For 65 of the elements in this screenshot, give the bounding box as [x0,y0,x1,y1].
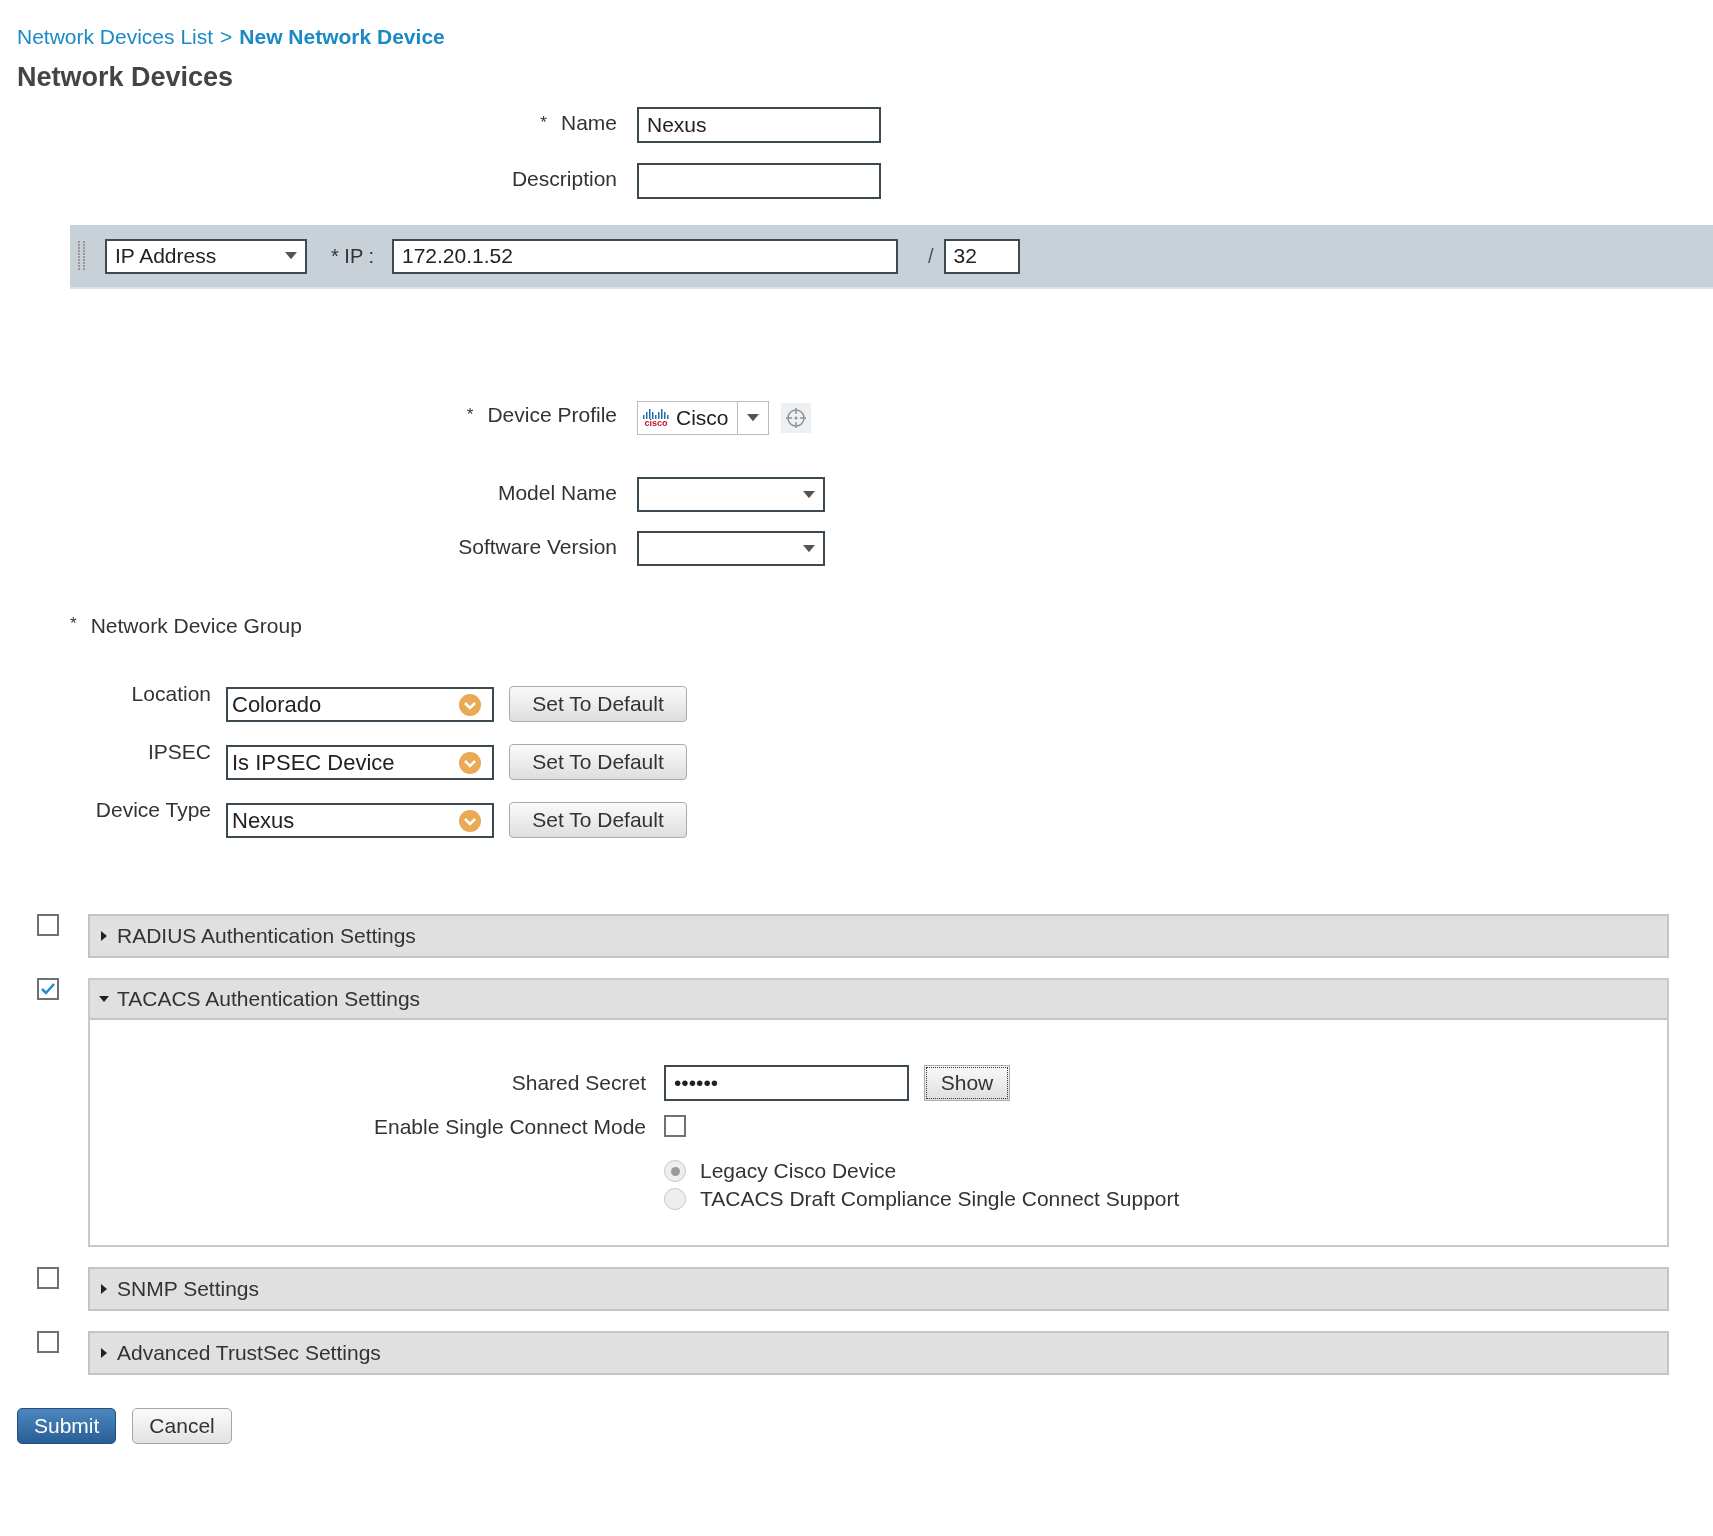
section-header[interactable]: Advanced TrustSec Settings [90,1333,1667,1373]
field-label: Model Name [497,481,617,505]
caret-down-icon [285,252,297,260]
set-to-default-button[interactable]: Set To Default [509,802,687,838]
radio-option[interactable]: Legacy Cisco Device [664,1159,1667,1183]
radio-button[interactable] [664,1188,686,1210]
ip-label: * IP : [331,244,374,268]
crosshair-icon[interactable] [780,403,811,433]
field-label: Location [130,682,211,706]
dropdown-field[interactable] [637,531,825,566]
dropdown-field[interactable] [637,477,825,512]
name-field[interactable]: Nexus [637,107,881,143]
mask-separator: / [928,244,934,268]
field-label: Device Type [94,798,211,822]
section-header[interactable]: SNMP Settings [90,1269,1667,1309]
checkbox[interactable] [37,978,59,1000]
field-label: IPSEC [146,740,211,764]
field-label: Shared Secret [510,1071,646,1095]
checkbox[interactable] [37,1331,59,1353]
cancel-button[interactable]: Cancel [132,1408,232,1444]
show-button[interactable]: Show [924,1065,1010,1101]
section-header[interactable]: TACACS Authentication Settings [90,980,1667,1020]
caret-right-icon [99,1348,109,1358]
checkbox[interactable] [37,914,59,936]
breadcrumb-link[interactable]: Network Devices List [17,24,214,50]
set-to-default-button[interactable]: Set To Default [509,744,687,780]
dropdown-field[interactable]: Colorado [226,686,494,722]
page-title: Network Devices [17,62,235,93]
field-label: Software Version [458,535,617,559]
ip-field[interactable]: 172.20.1.52 [392,238,898,274]
caret-right-icon [99,1284,109,1294]
description-field[interactable] [637,163,881,199]
drag-handle-icon[interactable] [78,241,86,271]
section-header[interactable]: RADIUS Authentication Settings [90,916,1667,956]
set-to-default-button[interactable]: Set To Default [509,686,687,722]
field-label: Enable Single Connect Mode [373,1115,646,1139]
caret-down-icon [803,490,815,499]
dropdown-field[interactable]: Is IPSEC Device [226,744,494,780]
breadcrumb-current: New Network Device [239,24,445,50]
field-label: Name [560,111,617,135]
radio-button[interactable] [664,1160,686,1182]
checkmark-icon [40,982,56,996]
caret-down-icon [99,994,109,1004]
chevron-down-icon [458,693,482,717]
checkbox[interactable] [37,1267,59,1289]
mask-field[interactable]: 32 [943,238,1020,274]
chevron-down-icon [458,751,482,775]
shared-secret-field[interactable]: •••••• [664,1065,909,1101]
dropdown-field[interactable]: Nexus [226,802,494,838]
device-profile-select[interactable]: cisco Cisco [637,401,769,435]
checkbox[interactable] [664,1115,686,1137]
section-label: Network Device Group [90,614,302,638]
required-asterisk: * [70,614,77,635]
required-asterisk: * [540,113,547,133]
caret-down-icon [746,414,759,422]
radio-option[interactable]: TACACS Draft Compliance Single Connect Support [664,1187,1667,1211]
breadcrumb-separator: > [220,24,233,50]
required-asterisk: * [466,405,474,425]
caret-down-icon [803,544,815,553]
chevron-down-icon [458,809,482,833]
field-label: Device Profile [487,403,617,427]
submit-button[interactable]: Submit [17,1408,117,1444]
field-label: Description [511,167,617,191]
caret-right-icon [99,931,109,941]
address-type-select[interactable]: IP Address [105,238,307,274]
